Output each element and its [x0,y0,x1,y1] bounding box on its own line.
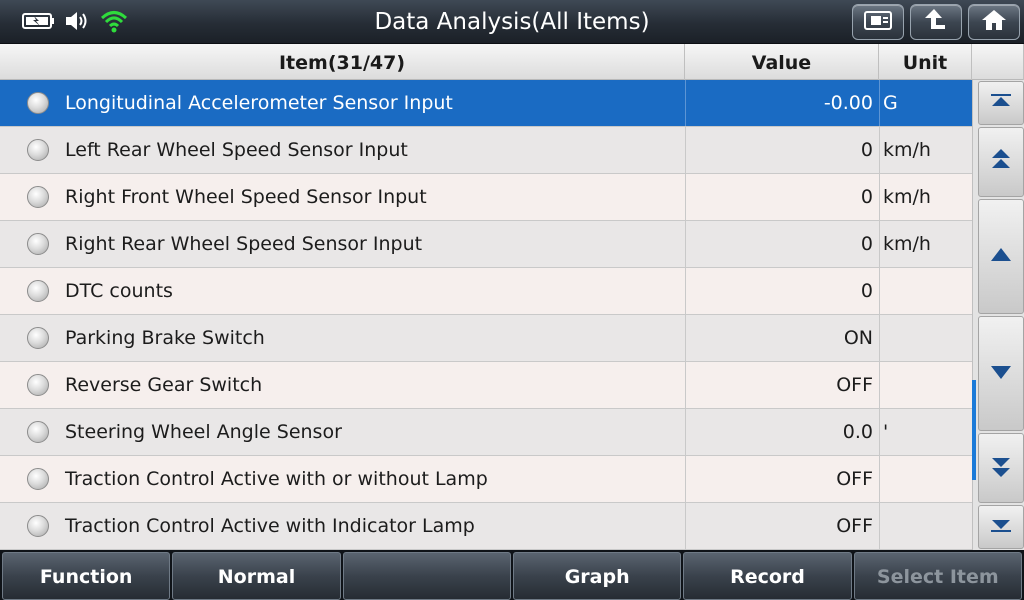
select-item-button[interactable]: Select Item [853,552,1022,600]
line-down-icon [988,362,1014,386]
row-value: OFF [685,456,879,502]
row-radio-icon[interactable] [27,92,49,114]
row-unit [879,268,972,314]
row-value: 0 [685,127,879,173]
record-button[interactable]: Record [683,552,852,600]
scroll-top-icon [988,91,1014,115]
scroll-bottom-button[interactable] [978,505,1024,549]
back-button[interactable] [910,4,962,40]
home-button[interactable] [968,4,1020,40]
row-item-name: Reverse Gear Switch [65,374,263,396]
row-radio-icon[interactable] [27,280,49,302]
column-header-item: Item(31/47) [0,44,685,80]
page-up-button[interactable] [978,127,1024,197]
row-value: OFF [685,503,879,549]
row-radio-icon[interactable] [27,139,49,161]
row-unit: km/h [879,221,972,267]
row-item-name: DTC counts [65,280,173,302]
line-up-button[interactable] [978,199,1024,314]
row-radio-icon[interactable] [27,374,49,396]
table-row[interactable]: Left Rear Wheel Speed Sensor Input 0 km/… [0,127,972,174]
row-radio-icon[interactable] [27,327,49,349]
row-radio-icon[interactable] [27,186,49,208]
row-item-name: Left Rear Wheel Speed Sensor Input [65,139,408,161]
table-row[interactable]: Traction Control Active with Indicator L… [0,503,972,550]
table-row[interactable]: Traction Control Active with or without … [0,456,972,503]
screenshot-icon [863,9,893,35]
table-row[interactable]: Reverse Gear Switch OFF [0,362,972,409]
empty-toolbar-button[interactable] [342,552,511,600]
normal-button[interactable]: Normal [172,552,341,600]
table-row[interactable]: Right Rear Wheel Speed Sensor Input 0 km… [0,221,972,268]
row-radio-icon[interactable] [27,233,49,255]
graph-button[interactable]: Graph [512,552,682,600]
line-down-button[interactable] [978,316,1024,431]
column-header-unit: Unit [879,44,972,80]
column-header-blank [972,44,1024,80]
row-unit: G [879,80,972,126]
row-unit: ' [879,409,972,455]
title-bar: Data Analysis(All Items) [0,0,1024,44]
home-icon [979,7,1009,37]
scrollbar-thumb[interactable] [972,380,976,480]
data-list: Longitudinal Accelerometer Sensor Input … [0,80,972,550]
row-item-name: Steering Wheel Angle Sensor [65,421,342,443]
table-header: Item(31/47) Value Unit [0,44,1024,80]
scroll-bottom-icon [988,515,1014,539]
table-row[interactable]: Longitudinal Accelerometer Sensor Input … [0,80,972,127]
row-item-name: Right Front Wheel Speed Sensor Input [65,186,427,208]
column-header-value: Value [685,44,879,80]
scroll-top-button[interactable] [978,81,1024,125]
row-value: 0 [685,268,879,314]
table-row[interactable]: Steering Wheel Angle Sensor 0.0 ' [0,409,972,456]
row-unit [879,315,972,361]
row-value: 0 [685,221,879,267]
row-value: OFF [685,362,879,408]
table-row[interactable]: Right Front Wheel Speed Sensor Input 0 k… [0,174,972,221]
function-button[interactable]: Function [2,552,171,600]
row-value: 0 [685,174,879,220]
row-item-name: Parking Brake Switch [65,327,265,349]
page-up-icon [988,146,1014,178]
page-down-icon [988,452,1014,484]
row-value: ON [685,315,879,361]
row-unit: km/h [879,174,972,220]
row-value: 0.0 [685,409,879,455]
row-unit [879,456,972,502]
page-down-button[interactable] [978,433,1024,503]
row-value: -0.00 [685,80,879,126]
table-row[interactable]: Parking Brake Switch ON [0,315,972,362]
row-item-name: Traction Control Active with Indicator L… [65,515,475,537]
back-icon [921,7,951,37]
line-up-icon [988,245,1014,269]
bottom-toolbar: Function Normal Graph Record Select Item [0,550,1024,600]
table-row[interactable]: DTC counts 0 [0,268,972,315]
row-radio-icon[interactable] [27,421,49,443]
row-unit [879,362,972,408]
row-radio-icon[interactable] [27,468,49,490]
row-item-name: Traction Control Active with or without … [65,468,488,490]
row-radio-icon[interactable] [27,515,49,537]
row-item-name: Right Rear Wheel Speed Sensor Input [65,233,423,255]
screenshot-button[interactable] [852,4,904,40]
row-unit [879,503,972,549]
row-item-name: Longitudinal Accelerometer Sensor Input [65,92,453,114]
row-unit: km/h [879,127,972,173]
